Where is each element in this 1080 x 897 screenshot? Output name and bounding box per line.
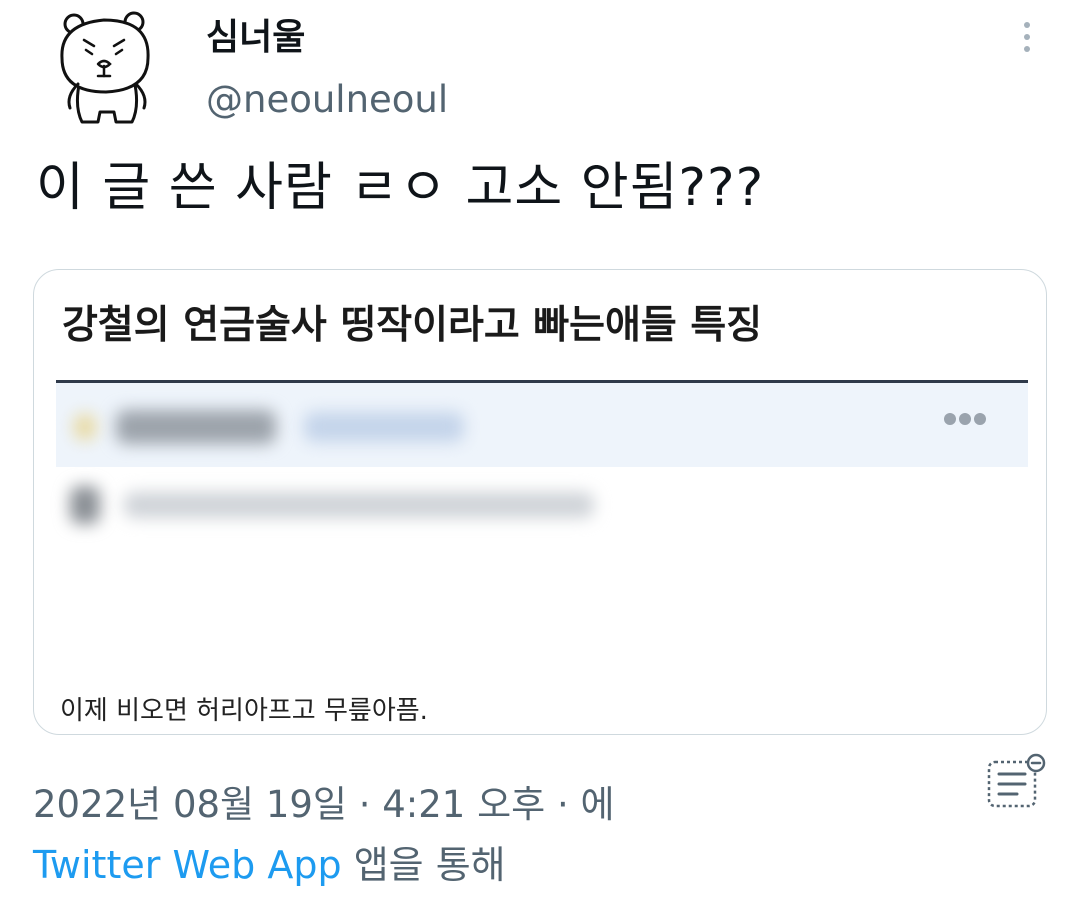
blurred-badge [74,414,96,440]
card-caption: 이제 비오면 허리아프고 무릎아픔. [60,696,428,726]
attached-image-card[interactable]: 강철의 연금술사 띵작이라고 빠는애들 특징 이제 비오면 허리아프고 무릎아픔… [33,269,1047,735]
avatar[interactable] [52,10,162,128]
blurred-username [116,410,276,444]
tweet-timestamp[interactable]: 2022년 08월 19일 · 4:21 오후 · 에 [33,774,615,828]
blurred-comment-text [124,492,594,518]
user-handle[interactable]: @neoulneoul [206,78,448,121]
source-line: Twitter Web App 앱을 통해 [33,834,506,889]
tweet-text: 이 글 쓴 사람 ㄹㅇ 고소 안됨??? [36,158,765,218]
view-analytics-button[interactable] [986,752,1048,812]
bear-avatar-icon [60,11,150,124]
blurred-comment-avatar [70,486,100,524]
more-vertical-icon [1024,22,1030,52]
source-app-link[interactable]: Twitter Web App [33,843,342,887]
card-title: 강철의 연금술사 띵작이라고 빠는애들 특징 [62,303,763,348]
ellipsis-icon [944,413,986,425]
source-suffix: 앱을 통해 [341,843,506,887]
view-analytics-icon [987,753,1046,808]
display-name[interactable]: 심너울 [206,8,305,60]
blurred-timestamp [304,412,464,442]
more-options-button[interactable] [1010,16,1044,60]
